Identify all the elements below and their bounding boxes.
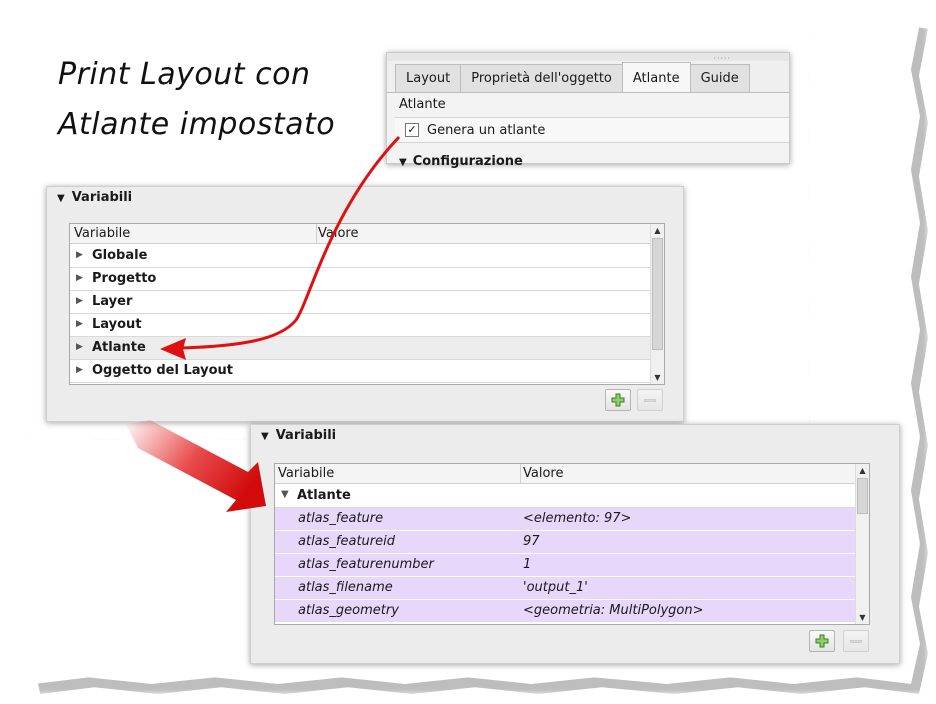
layout-properties-panel: ····· Layout Proprietà dell'oggetto Atla…: [386, 52, 790, 169]
variable-name: atlas_featureid: [298, 534, 395, 549]
group-label: Atlante: [92, 340, 146, 355]
atlas-tab-body: Atlante ✓ Genera un atlante ▼ Configurazi…: [387, 92, 789, 169]
scroll-up-icon[interactable]: ▲: [856, 464, 869, 477]
generate-atlas-row[interactable]: ✓ Genera un atlante: [395, 117, 789, 143]
scroll-thumb[interactable]: [857, 478, 868, 514]
plus-icon: [815, 634, 829, 648]
group-row-layer[interactable]: ▶ Layer: [70, 291, 650, 314]
triangle-right-icon[interactable]: ▶: [76, 273, 83, 283]
group-row-oggetto-del-layout[interactable]: ▶ Oggetto del Layout: [70, 360, 650, 383]
column-divider[interactable]: [316, 224, 317, 243]
variable-row[interactable]: atlas_featureid 97: [275, 531, 855, 554]
group-label: Atlante: [297, 488, 351, 503]
group-label: Progetto: [92, 271, 157, 286]
tab-item-properties[interactable]: Proprietà dell'oggetto: [460, 64, 623, 92]
triangle-right-icon[interactable]: ▶: [76, 319, 83, 329]
scroll-down-icon[interactable]: ▼: [651, 371, 664, 384]
plus-icon: [611, 393, 625, 407]
triangle-down-icon: ▼: [57, 193, 65, 204]
variables-panel-collapsed: ▼ Variabili Variabile Valore ▶ Globale ▶ Pr…: [46, 186, 684, 422]
variable-name: atlas_featurenumber: [298, 557, 434, 572]
column-value[interactable]: Valore: [318, 226, 358, 241]
group-row-atlante-expanded[interactable]: ▼ Atlante: [275, 485, 855, 508]
add-variable-button[interactable]: [605, 389, 631, 411]
variable-value: 97: [523, 534, 540, 549]
triangle-right-icon[interactable]: ▶: [76, 296, 83, 306]
variable-row[interactable]: atlas_feature <elemento: 97>: [275, 508, 855, 531]
remove-variable-button[interactable]: [843, 630, 869, 652]
column-variable[interactable]: Variabile: [278, 466, 334, 481]
scroll-down-icon[interactable]: ▼: [856, 611, 869, 624]
variable-name: atlas_geometry: [298, 603, 399, 618]
variables-tree[interactable]: Variabile Valore ▼ Atlante atlas_feature <…: [274, 463, 870, 625]
triangle-down-icon[interactable]: ▼: [281, 489, 289, 500]
variable-row[interactable]: atlas_geometry <geometria: MultiPolygon>: [275, 600, 855, 623]
tree-rows: ▶ Globale ▶ Progetto ▶ Layer ▶ Layout ▶ Atlan…: [70, 245, 650, 383]
vertical-scrollbar[interactable]: ▲ ▼: [650, 224, 664, 384]
variable-value: 1: [523, 557, 532, 572]
variables-header-label: Variabili: [71, 190, 133, 205]
tab-layout[interactable]: Layout: [395, 64, 462, 92]
tab-atlas[interactable]: Atlante: [621, 62, 691, 92]
variables-header[interactable]: ▼ Variabili: [261, 428, 336, 443]
triangle-right-icon[interactable]: ▶: [76, 342, 83, 352]
title-line-2: Atlante impostato: [58, 107, 336, 142]
group-label: Globale: [92, 248, 148, 263]
variables-panel-expanded: ▼ Variabili Variabile Valore ▼ Atlante atl…: [250, 424, 900, 664]
atlas-section-label: Atlante: [399, 97, 446, 112]
variable-row[interactable]: atlas_filename 'output_1': [275, 577, 855, 600]
group-label: Layer: [92, 294, 133, 309]
grip-dots: ·····: [713, 54, 731, 63]
variables-header-label: Variabili: [275, 428, 337, 443]
group-row-layout[interactable]: ▶ Layout: [70, 314, 650, 337]
column-variable[interactable]: Variabile: [74, 226, 130, 241]
tab-bar: Layout Proprietà dell'oggetto Atlante Gu…: [395, 62, 750, 92]
triangle-right-icon[interactable]: ▶: [76, 365, 83, 375]
configuration-group[interactable]: ▼ Configurazione: [399, 154, 523, 169]
group-label: Oggetto del Layout: [92, 363, 234, 378]
variables-header[interactable]: ▼ Variabili: [57, 190, 132, 205]
group-row-atlante[interactable]: ▶ Atlante: [70, 337, 650, 360]
group-row-globale[interactable]: ▶ Globale: [70, 245, 650, 268]
triangle-down-icon: ▼: [261, 431, 269, 442]
tab-guides[interactable]: Guide: [689, 64, 750, 92]
generate-atlas-label: Genera un atlante: [427, 123, 546, 138]
variables-tree[interactable]: Variabile Valore ▶ Globale ▶ Progetto ▶ Lay…: [69, 223, 665, 385]
annotation-title: Print Layout con Atlante impostato: [58, 50, 335, 150]
panel-grip[interactable]: ·····: [387, 53, 789, 63]
triangle-right-icon[interactable]: ▶: [76, 250, 83, 260]
scroll-thumb[interactable]: [652, 238, 663, 350]
variable-value: <elemento: 97>: [523, 511, 632, 526]
title-line-1: Print Layout con: [58, 57, 311, 92]
tree-header: Variabile Valore: [70, 224, 650, 244]
tree-header: Variabile Valore: [275, 464, 855, 484]
variable-row[interactable]: atlas_featurenumber 1: [275, 554, 855, 577]
variable-name: atlas_feature: [298, 511, 384, 526]
minus-icon: [850, 640, 862, 643]
column-divider[interactable]: [520, 464, 521, 483]
group-label: Layout: [92, 317, 142, 332]
generate-atlas-checkbox[interactable]: ✓: [405, 123, 419, 137]
variable-value: <geometria: MultiPolygon>: [523, 603, 704, 618]
group-row-progetto[interactable]: ▶ Progetto: [70, 268, 650, 291]
add-variable-button[interactable]: [809, 630, 835, 652]
configuration-label: Configurazione: [412, 154, 523, 169]
remove-variable-button[interactable]: [637, 389, 663, 411]
scroll-up-icon[interactable]: ▲: [651, 224, 664, 237]
column-value[interactable]: Valore: [523, 466, 563, 481]
variable-name: atlas_filename: [298, 580, 393, 595]
tree-rows: ▼ Atlante atlas_feature <elemento: 97> atl…: [275, 485, 855, 623]
vertical-scrollbar[interactable]: ▲ ▼: [855, 464, 869, 624]
triangle-down-icon: ▼: [399, 157, 407, 168]
minus-icon: [644, 399, 656, 402]
variable-value: 'output_1': [523, 580, 588, 595]
